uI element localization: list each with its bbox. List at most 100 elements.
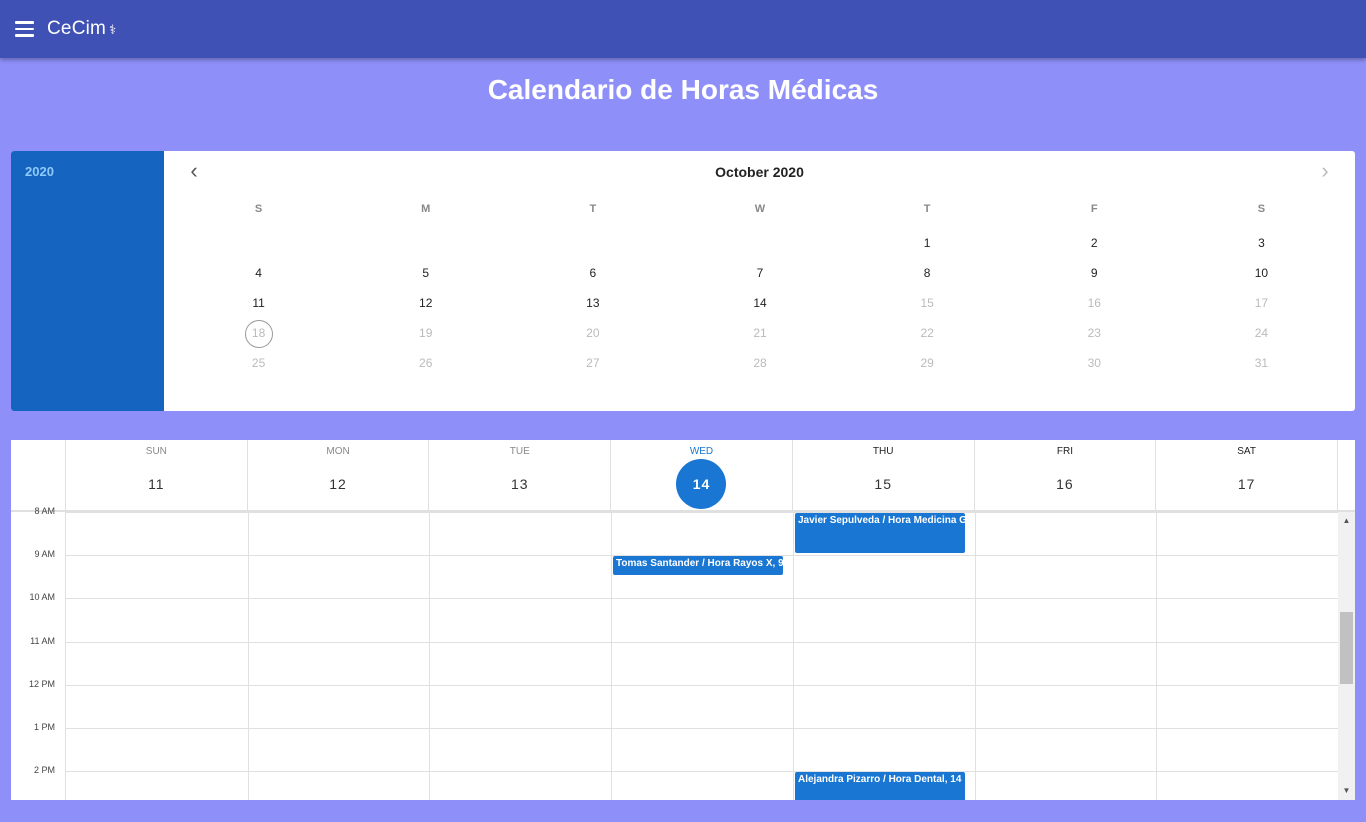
day-column-divider — [248, 512, 249, 800]
day-header-fri[interactable]: FRI 16 — [975, 440, 1157, 510]
appointment-event[interactable]: Alejandra Pizarro / Hora Dental, 14 — [795, 772, 965, 800]
picker-day-19: 19 — [419, 326, 433, 340]
time-label: 2 PM — [33, 765, 55, 776]
picker-day-9[interactable]: 9 — [1011, 259, 1178, 289]
day-header-weekday: FRI — [1056, 446, 1073, 457]
picker-day-10[interactable]: 10 — [1178, 259, 1345, 289]
picker-empty-cell — [676, 229, 843, 259]
day-header-sat[interactable]: SAT 17 — [1156, 440, 1338, 510]
day-header-weekday: THU — [872, 446, 894, 457]
picker-day-20: 20 — [586, 326, 600, 340]
day-header-mon[interactable]: MON 12 — [248, 440, 430, 510]
day-header-date[interactable]: 11 — [131, 459, 181, 509]
picker-day-26: 26 — [419, 356, 433, 370]
time-label: 8 AM — [34, 506, 55, 516]
day-header-weekday: SUN — [145, 446, 167, 457]
picker-day-2[interactable]: 2 — [1011, 229, 1178, 259]
day-column-divider — [611, 512, 612, 800]
day-header-wed[interactable]: WED 14 — [611, 440, 793, 510]
picker-week-row: 4 5 6 7 8 9 10 — [175, 259, 1345, 289]
picker-day-25: 25 — [251, 356, 266, 370]
picker-day-28: 28 — [753, 356, 767, 370]
day-header-tue[interactable]: TUE 13 — [429, 440, 612, 510]
picker-year-button[interactable]: 2020 — [25, 164, 54, 179]
time-label: 1 PM — [33, 722, 55, 732]
picker-day-7[interactable]: 7 — [676, 259, 843, 289]
hour-gridline — [66, 728, 1338, 729]
picker-day-5[interactable]: 5 — [342, 259, 509, 289]
vertical-scrollbar[interactable]: ▲ ▼ — [1338, 512, 1355, 800]
hour-gridline — [66, 684, 1338, 686]
picker-year-panel: 2020 — [11, 151, 164, 411]
week-body: 8 AM 9 AM 10 AM 11 AM 12 PM 1 PM 2 PM Javier S… — [11, 506, 1355, 800]
app-title-text: CeCim — [47, 18, 107, 39]
picker-day-30: 30 — [1087, 356, 1101, 370]
picker-day-11[interactable]: 11 — [175, 289, 342, 319]
day-column-divider — [1156, 512, 1157, 800]
day-header-sun[interactable]: SUN 11 — [66, 440, 248, 510]
app-bar: CeCim ⚕ — [0, 0, 1366, 58]
picker-day-17: 17 — [1254, 296, 1269, 310]
week-calendar: SUN 11 MON 12 TUE 13 WED 14 THU 15 FRI 16 SAT 17 8 AM… — [11, 440, 1355, 800]
day-header-date[interactable]: 17 — [1222, 459, 1272, 509]
picker-day-18: 18 — [175, 319, 342, 349]
day-header-date[interactable]: 13 — [495, 459, 545, 509]
day-column-divider — [975, 512, 976, 800]
picker-empty-cell — [175, 229, 342, 259]
app-title[interactable]: CeCim ⚕ — [47, 18, 116, 40]
scroll-down-arrow-icon[interactable]: ▼ — [1338, 784, 1355, 798]
day-header-date[interactable]: 14 — [676, 459, 727, 509]
scroll-up-arrow-icon[interactable]: ▲ — [1338, 514, 1355, 528]
header-gutter — [11, 440, 66, 510]
picker-weekday-header: SMTWTFS — [175, 203, 1345, 215]
day-header-date[interactable]: 16 — [1040, 459, 1090, 509]
caduceus-icon: ⚕ — [109, 22, 117, 37]
day-header-thu[interactable]: THU 15 — [793, 440, 975, 510]
day-header-weekday: TUE — [509, 446, 530, 457]
picker-month-view: ‹ October 2020 › SMTWTFS 1 2 3 4 5 6 7 8 9 10 11 12… — [164, 151, 1355, 411]
picker-weekday-label: M — [421, 203, 431, 215]
day-column-divider — [429, 512, 430, 800]
hour-gridline — [66, 598, 1338, 600]
day-header-date[interactable]: 15 — [858, 459, 908, 509]
picker-day-29: 29 — [920, 356, 934, 370]
picker-month-label[interactable]: October 2020 — [164, 164, 1355, 180]
picker-day-6[interactable]: 6 — [509, 259, 676, 289]
hamburger-menu-icon[interactable] — [15, 18, 37, 40]
hour-gridline — [66, 771, 1338, 773]
picker-day-12[interactable]: 12 — [342, 289, 509, 319]
picker-weekday-label: S — [254, 203, 263, 215]
picker-weekday-label: W — [754, 203, 766, 215]
chevron-right-icon[interactable]: › — [1314, 160, 1336, 183]
picker-empty-cell — [342, 229, 509, 259]
time-label: 12 PM — [28, 678, 55, 689]
day-headers: SUN 11 MON 12 TUE 13 WED 14 THU 15 FRI 16 SAT 17 — [66, 440, 1338, 510]
picker-week-row: 25 26 27 28 29 30 31 — [175, 349, 1345, 379]
day-header-date[interactable]: 12 — [313, 459, 363, 509]
picker-day-15: 15 — [920, 296, 934, 310]
picker-day-24: 24 — [1254, 326, 1269, 340]
picker-weekday-label: S — [1257, 203, 1266, 215]
picker-day-31: 31 — [1254, 356, 1269, 370]
picker-day-1[interactable]: 1 — [844, 229, 1011, 259]
picker-day-21: 21 — [753, 326, 767, 340]
picker-day-22: 22 — [920, 326, 934, 340]
picker-day-13[interactable]: 13 — [509, 289, 676, 319]
date-picker: 2020 ‹ October 2020 › SMTWTFS 1234567891… — [11, 151, 1355, 411]
day-header-weekday: MON — [326, 446, 350, 457]
picker-day-3[interactable]: 3 — [1178, 229, 1345, 259]
day-header-weekday: WED — [689, 446, 714, 457]
picker-day-8[interactable]: 8 — [844, 259, 1011, 289]
appointment-event[interactable]: Tomas Santander / Hora Rayos X, 9 — [613, 556, 783, 575]
picker-day-27: 27 — [586, 356, 600, 370]
time-label: 9 AM — [34, 549, 55, 560]
scrollbar-thumb[interactable] — [1340, 612, 1353, 684]
time-grid[interactable]: Javier Sepulveda / Hora Medicina General… — [66, 512, 1338, 800]
picker-week-row: 123 — [175, 229, 1345, 259]
appointment-event[interactable]: Javier Sepulveda / Hora Medicina General — [795, 513, 965, 553]
picker-weekday-label: T — [923, 203, 931, 215]
picker-week-row: 18 19 20 21 22 23 24 — [175, 319, 1345, 349]
picker-day-4[interactable]: 4 — [175, 259, 342, 289]
day-header-weekday: SAT — [1237, 446, 1256, 457]
picker-day-14[interactable]: 14 — [676, 289, 843, 319]
